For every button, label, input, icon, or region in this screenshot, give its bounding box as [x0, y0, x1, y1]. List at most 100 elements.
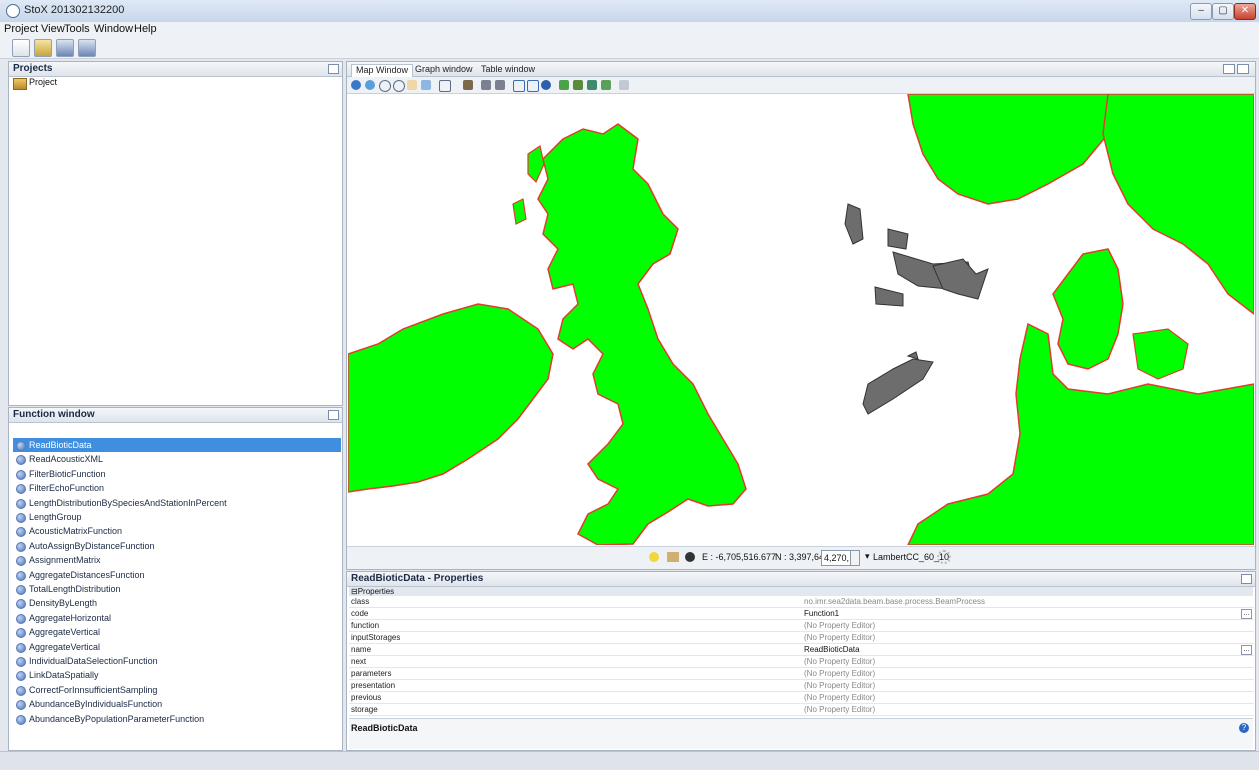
menu-help[interactable]: Help	[134, 23, 157, 35]
property-row[interactable]: function (No Property Editor)	[349, 621, 1254, 632]
function-icon	[16, 671, 26, 682]
help-icon[interactable]: ?	[1239, 723, 1249, 733]
function-list-item[interactable]: AggregateVertical	[13, 640, 341, 654]
function-label: ReadAcousticXML	[29, 454, 104, 465]
select-cursor-icon[interactable]	[439, 80, 451, 92]
pan-hand-icon[interactable]	[407, 80, 417, 90]
zoom-in-icon[interactable]	[379, 80, 391, 92]
grid-icon[interactable]	[495, 80, 505, 90]
globe-icon[interactable]	[351, 80, 361, 90]
station-icon[interactable]	[559, 80, 569, 90]
property-row[interactable]: code Function1…	[349, 609, 1254, 620]
save-icon[interactable]	[56, 39, 74, 57]
zoom-extent-icon[interactable]	[421, 80, 431, 90]
map-canvas[interactable]	[348, 94, 1254, 545]
properties-tab[interactable]: ReadBioticData - Properties	[351, 573, 483, 584]
pencil-icon[interactable]	[463, 80, 473, 90]
property-value: (No Property Editor)	[804, 705, 876, 714]
function-list-item[interactable]: ReadAcousticXML	[13, 452, 341, 466]
assign-icon[interactable]	[573, 80, 583, 90]
property-value: (No Property Editor)	[804, 681, 876, 690]
function-list-item[interactable]: FilterBioticFunction	[13, 467, 341, 481]
function-list-item[interactable]: AggregateDistancesFunction	[13, 568, 341, 582]
open-project-icon[interactable]	[34, 39, 52, 57]
function-list-item[interactable]: AbundanceByIndividualsFunction	[13, 697, 341, 711]
tab-graph-window[interactable]: Graph window	[415, 64, 473, 76]
menu-view[interactable]: View	[41, 23, 65, 35]
function-list-item[interactable]: DensityByLength	[13, 596, 341, 610]
minimize-panel-icon[interactable]	[328, 410, 339, 420]
save-all-icon[interactable]	[78, 39, 96, 57]
close-button[interactable]: ✕	[1234, 3, 1256, 20]
projects-tab[interactable]: Projects	[13, 63, 52, 74]
property-row[interactable]: name ReadBioticData…	[349, 645, 1254, 656]
maximize-panel-icon[interactable]	[1237, 64, 1249, 74]
maximize-button[interactable]: ▢	[1212, 3, 1234, 20]
property-edit-button[interactable]: …	[1241, 645, 1252, 655]
property-value[interactable]: Function1	[804, 609, 839, 619]
function-list-item[interactable]: CorrectForInnsufficientSampling	[13, 683, 341, 697]
project-tree-item[interactable]: Project	[29, 77, 57, 87]
minimize-panel-icon[interactable]	[1223, 64, 1235, 74]
property-row[interactable]: class no.imr.sea2data.beam.base.process.B…	[349, 597, 1254, 608]
function-window-tab[interactable]: Function window	[13, 409, 95, 420]
minimize-panel-icon[interactable]	[1241, 574, 1252, 584]
property-name: inputStorages	[351, 633, 401, 642]
property-row[interactable]: storage (No Property Editor)	[349, 705, 1254, 716]
function-list-item[interactable]: AbundanceByPopulationParameterFunction	[13, 712, 341, 726]
tab-table-window[interactable]: Table window	[481, 64, 535, 76]
property-value: no.imr.sea2data.beam.base.process.BeamPr…	[804, 597, 985, 606]
function-list-item[interactable]: AggregateVertical	[13, 625, 341, 639]
track-icon[interactable]	[587, 80, 597, 90]
menu-project[interactable]: Project	[4, 23, 38, 35]
zoom-out-icon[interactable]	[393, 80, 405, 92]
new-project-icon[interactable]	[12, 39, 30, 57]
function-list-item[interactable]: AssignmentMatrix	[13, 553, 341, 567]
settings-icon[interactable]	[619, 80, 629, 90]
function-list-item[interactable]: TotalLengthDistribution	[13, 582, 341, 596]
property-row[interactable]: parameters (No Property Editor)	[349, 669, 1254, 680]
tab-map-window[interactable]: Map Window	[351, 64, 414, 77]
property-row[interactable]: previous (No Property Editor)	[349, 693, 1254, 704]
property-row[interactable]: next (No Property Editor)	[349, 657, 1254, 668]
image-icon[interactable]	[527, 80, 539, 92]
compass-icon[interactable]	[685, 552, 695, 562]
map-window: Map Window Graph window Table window E:…	[346, 61, 1256, 570]
menu-tools[interactable]: Tools	[64, 23, 90, 35]
function-icon	[16, 642, 26, 653]
function-list-item[interactable]: IndividualDataSelectionFunction	[13, 654, 341, 668]
function-list-item[interactable]: LinkDataSpatially	[13, 668, 341, 682]
stratum-icon[interactable]	[601, 80, 611, 90]
function-list-item[interactable]: AggregateHorizontal	[13, 611, 341, 625]
collapse-icon[interactable]: ⊟	[351, 587, 358, 596]
function-list-item[interactable]: AutoAssignByDistanceFunction	[13, 539, 341, 553]
function-list-item[interactable]: LengthGroup	[13, 510, 341, 524]
scale-input[interactable]: 4,270,	[821, 550, 851, 566]
function-list-item[interactable]: ReadBioticData	[13, 438, 341, 452]
function-icon	[16, 513, 26, 523]
property-row[interactable]: inputStorages (No Property Editor)	[349, 633, 1254, 644]
property-row[interactable]: presentation (No Property Editor)	[349, 681, 1254, 692]
function-list-item[interactable]: FilterEchoFunction	[13, 481, 341, 495]
function-label: TotalLengthDistribution	[29, 584, 121, 594]
projection-dropdown-icon[interactable]: ▾	[865, 551, 870, 562]
function-icon	[16, 714, 26, 725]
properties-panel: ReadBioticData - Properties ⊟Properties …	[346, 571, 1256, 751]
function-list-item[interactable]: AcousticMatrixFunction	[13, 524, 341, 538]
scale-spinner[interactable]	[850, 550, 860, 566]
layer-icon[interactable]	[481, 80, 491, 90]
function-list-item[interactable]: LengthDistributionBySpeciesAndStationInP…	[13, 496, 341, 510]
properties-section-header[interactable]: ⊟Properties	[349, 587, 1253, 596]
property-edit-button[interactable]: …	[1241, 609, 1252, 619]
chart-icon[interactable]	[667, 552, 679, 562]
refresh-icon[interactable]	[365, 80, 375, 90]
minimize-button[interactable]: –	[1190, 3, 1212, 20]
minimize-panel-icon[interactable]	[328, 64, 339, 74]
chart-icon[interactable]	[513, 80, 525, 92]
property-value[interactable]: ReadBioticData	[804, 645, 860, 655]
function-label: AutoAssignByDistanceFunction	[29, 540, 155, 551]
bulb-icon[interactable]	[649, 552, 659, 562]
info-icon[interactable]	[541, 80, 551, 90]
description-title: ReadBioticData	[351, 723, 418, 733]
menu-window[interactable]: Window	[94, 23, 133, 35]
